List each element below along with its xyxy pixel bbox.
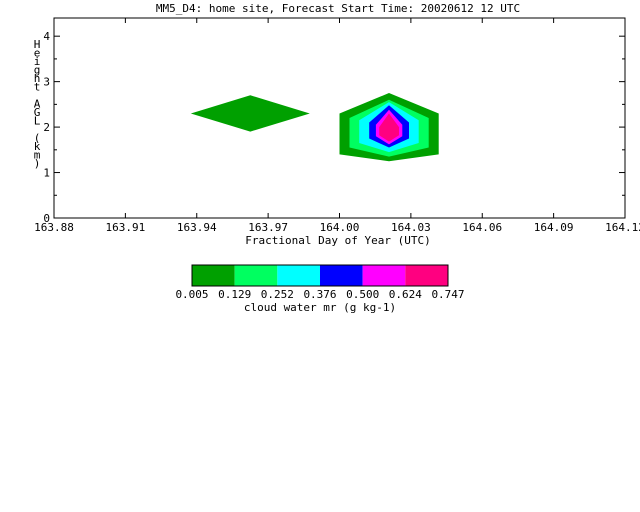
chart-figure: MM5_D4: home site, Forecast Start Time: … [34, 2, 640, 314]
y-tick-label: 4 [43, 30, 50, 43]
colorbar-swatch [234, 265, 278, 286]
x-tick-label: 163.97 [248, 221, 288, 234]
x-tick-label: 164.12 [605, 221, 640, 234]
colorbar-tick-label: 0.252 [261, 288, 294, 301]
x-axis: 163.88 163.91 163.94 163.97 164.00 164.03 164.… [34, 18, 640, 234]
colorbar-tick-label: 0.129 [218, 288, 251, 301]
colorbar-tick-label: 0.500 [346, 288, 379, 301]
colorbar-swatch [277, 265, 320, 286]
x-tick-label: 163.88 [34, 221, 74, 234]
y-tick-label: 3 [43, 76, 50, 89]
y-axis: 0 1 2 3 4 [43, 30, 625, 225]
colorbar-swatch [405, 265, 448, 286]
x-tick-label: 164.00 [320, 221, 360, 234]
contour-region-0 [190, 95, 310, 132]
x-tick-label: 164.09 [534, 221, 574, 234]
chart-title: MM5_D4: home site, Forecast Start Time: … [156, 2, 520, 15]
y-tick-label: 0 [43, 212, 50, 225]
contour-regions [190, 93, 439, 162]
y-axis-label-char: t [34, 81, 41, 94]
colorbar-swatch [192, 265, 235, 286]
colorbar-tick-label: 0.376 [303, 288, 336, 301]
colorbar-tick-label: 0.005 [175, 288, 208, 301]
y-tick-label: 1 [43, 167, 50, 180]
colorbar-swatch [320, 265, 363, 286]
y-axis-label-char: ) [34, 157, 41, 170]
y-axis-label-char: L [34, 115, 41, 128]
y-axis-label: Height AGL (km) [34, 38, 41, 170]
x-tick-label: 164.03 [391, 221, 431, 234]
x-axis-label: Fractional Day of Year (UTC) [245, 234, 430, 247]
colorbar-label: cloud water mr (g kg-1) [244, 301, 396, 314]
x-tick-label: 163.91 [106, 221, 146, 234]
x-tick-label: 163.94 [177, 221, 217, 234]
colorbar-tick-label: 0.747 [431, 288, 464, 301]
colorbar: 0.005 0.129 0.252 0.376 0.500 0.624 0.747 [175, 264, 465, 301]
colorbar-swatch [362, 265, 406, 286]
y-tick-label: 2 [43, 121, 50, 134]
colorbar-tick-label: 0.624 [389, 288, 422, 301]
x-tick-label: 164.06 [462, 221, 502, 234]
